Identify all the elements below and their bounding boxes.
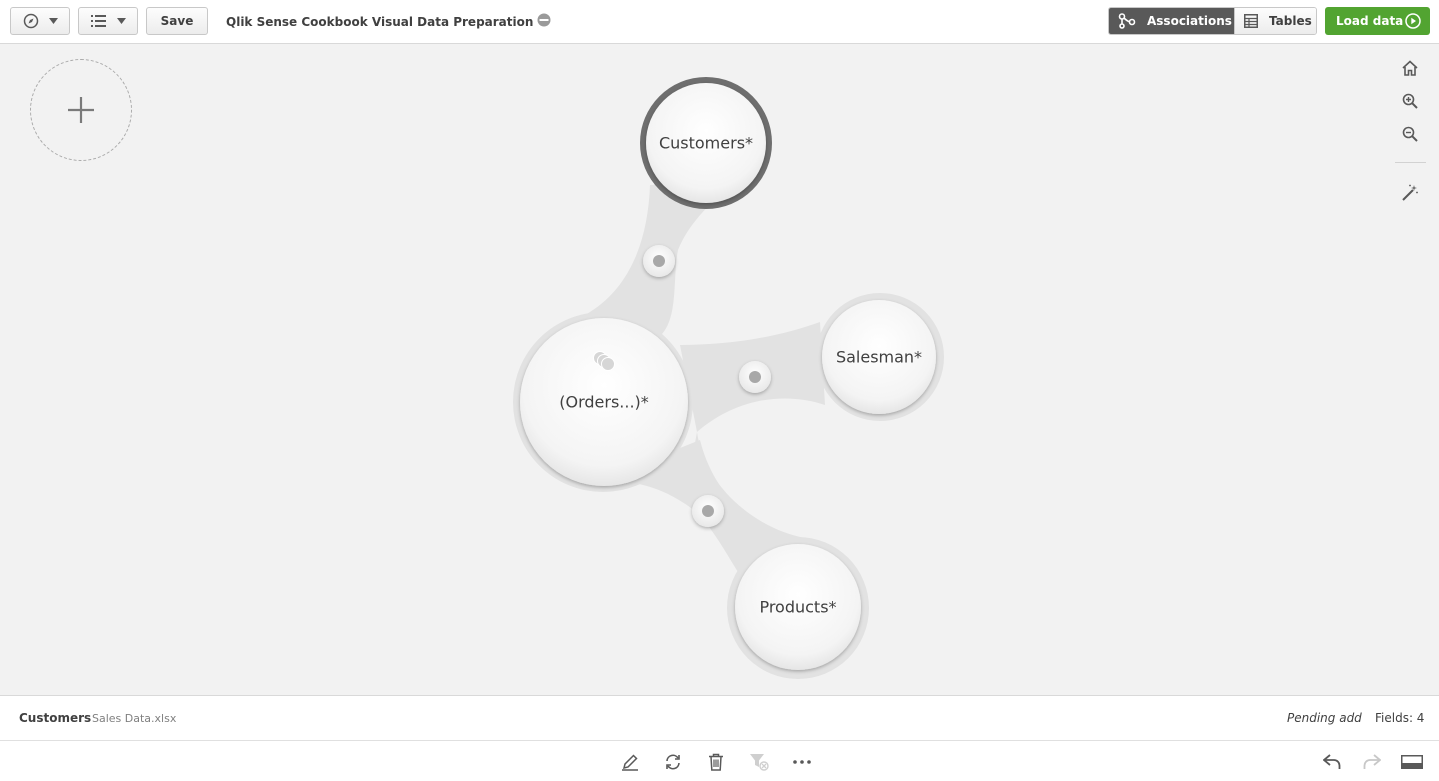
more-actions-button[interactable] — [790, 751, 814, 773]
tab-associations[interactable]: Associations — [1109, 8, 1234, 34]
table-info-bar: Customers Sales Data.xlsx Pending add Fi… — [0, 695, 1439, 741]
panel-toggle-icon — [1401, 755, 1423, 769]
save-button[interactable]: Save — [146, 7, 208, 35]
node-products[interactable] — [735, 544, 861, 670]
undo-icon — [1323, 754, 1341, 769]
bottom-toolbar — [0, 741, 1439, 781]
redo-icon — [1363, 754, 1381, 769]
chevron-down-icon — [48, 18, 58, 24]
refresh-table-button[interactable] — [661, 751, 685, 773]
associations-canvas[interactable]: Customers* (Orders...)* Salesman* Produc… — [0, 44, 1439, 695]
load-data-label: Load data — [1336, 14, 1404, 28]
chevron-down-icon — [116, 18, 126, 24]
field-count: Fields: 4 — [1375, 711, 1425, 725]
list-icon — [90, 15, 106, 27]
delete-table-button[interactable] — [704, 751, 728, 773]
top-toolbar: Save Qlik Sense Cookbook Visual Data Pre… — [0, 0, 1439, 44]
node-orders[interactable] — [520, 318, 688, 486]
more-icon — [793, 760, 811, 764]
association-link[interactable] — [692, 495, 724, 527]
association-graph — [513, 77, 944, 679]
refresh-icon — [666, 754, 680, 770]
view-switcher: Associations Tables — [1108, 7, 1317, 35]
association-link[interactable] — [643, 245, 675, 277]
edit-table-button[interactable] — [618, 751, 642, 773]
load-data-button[interactable]: Load data — [1325, 7, 1430, 35]
filter-data-button[interactable] — [747, 751, 771, 773]
app-title-text: Qlik Sense Cookbook Visual Data Preparat… — [226, 14, 534, 29]
navigation-button[interactable] — [10, 7, 70, 35]
app-title: Qlik Sense Cookbook Visual Data Preparat… — [226, 13, 551, 30]
play-icon — [1405, 13, 1421, 29]
associations-icon — [1118, 13, 1136, 29]
tab-associations-label: Associations — [1147, 14, 1232, 28]
selected-table-name: Customers — [19, 711, 92, 725]
data-manager-menu-button[interactable] — [78, 7, 138, 35]
undo-button[interactable] — [1320, 751, 1344, 773]
table-source: Sales Data.xlsx — [92, 712, 177, 725]
node-salesman[interactable] — [822, 300, 936, 414]
node-customers[interactable] — [640, 77, 772, 209]
delete-icon — [709, 753, 723, 771]
tab-tables-label: Tables — [1269, 14, 1312, 28]
tab-tables[interactable]: Tables — [1234, 8, 1316, 34]
edit-icon — [622, 754, 638, 771]
compass-icon — [23, 13, 38, 29]
filter-icon — [750, 754, 769, 771]
association-link[interactable] — [739, 361, 771, 393]
table-icon — [1244, 14, 1258, 28]
published-icon — [537, 13, 551, 30]
toggle-data-panel-button[interactable] — [1400, 751, 1424, 773]
redo-button[interactable] — [1360, 751, 1384, 773]
table-status: Pending add — [1287, 711, 1362, 725]
